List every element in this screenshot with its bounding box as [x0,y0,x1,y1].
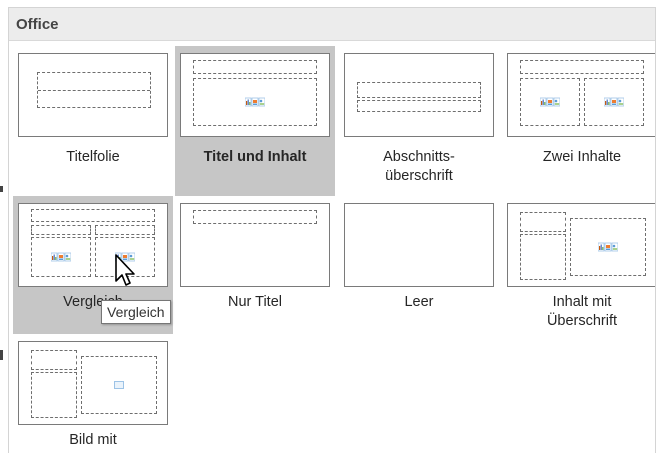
layout-label: Titelfolie [66,149,120,165]
content-icons [540,97,560,107]
layout-tile-zwei-inhalte[interactable]: Zwei Inhalte [502,46,655,196]
picture-icon [114,381,124,389]
layout-tile-titel-und-inhalt[interactable]: Titel und Inhalt [175,46,335,196]
layout-thumbnail [18,53,168,137]
text-placeholder [357,100,481,112]
layout-label: Abschnitts- [383,149,455,165]
layout-thumbnail [180,203,330,287]
layout-gallery: Office Titelfolie Titel und Inhalt Absch… [8,7,656,453]
layout-label-line2: Überschrift [546,313,618,329]
content-placeholder-left [31,237,91,277]
content-icons [598,242,618,252]
layout-label: Inhalt mit [552,294,612,310]
layout-thumbnail [507,53,655,137]
title-placeholder [193,210,317,224]
layout-label: Zwei Inhalte [542,149,622,165]
content-icons [245,97,265,107]
layout-tile-inhalt-mit-ueberschrift[interactable]: Inhalt mit Überschrift [502,196,655,334]
content-placeholder [193,78,317,126]
edge-mark [0,186,3,192]
layout-thumbnail [18,341,168,425]
title-placeholder [37,72,151,108]
content-icons [604,97,624,107]
layout-label: Bild mit [69,432,117,448]
text-placeholder [520,234,566,280]
content-icons [51,252,71,262]
text-placeholder-right [95,225,155,235]
title-placeholder [31,209,155,222]
tooltip: Vergleich [101,300,171,324]
layout-tile-abschnittsueberschrift[interactable]: Abschnitts- überschrift [339,46,499,196]
layout-thumbnail [344,203,494,287]
layout-label: Nur Titel [228,294,282,310]
layout-tile-nur-titel[interactable]: Nur Titel [175,196,335,334]
content-placeholder [570,218,646,276]
layout-tile-titelfolie[interactable]: Titelfolie [13,46,173,196]
title-placeholder [520,60,644,74]
title-placeholder [520,212,566,232]
layout-label: Titel und Inhalt [203,149,307,165]
layout-tile-leer[interactable]: Leer [339,196,499,334]
layout-tile-bild-mit-ueberschrift[interactable]: Bild mit [13,334,173,453]
layout-thumbnail [18,203,168,287]
title-placeholder [357,82,481,98]
layout-label-line2: überschrift [385,168,453,184]
mouse-cursor-icon [115,254,135,286]
layout-label: Leer [404,294,434,310]
layout-thumbnail [180,53,330,137]
layout-thumbnail [507,203,655,287]
section-title: Office [16,16,59,33]
picture-placeholder [81,356,157,414]
gallery-section-header: Office [9,8,655,41]
content-placeholder-left [520,78,580,126]
text-placeholder-left [31,225,91,235]
title-placeholder [193,60,317,74]
text-placeholder [31,372,77,418]
content-placeholder-right [584,78,644,126]
edge-mark [0,350,3,360]
title-placeholder [31,350,77,370]
layout-thumbnail [344,53,494,137]
